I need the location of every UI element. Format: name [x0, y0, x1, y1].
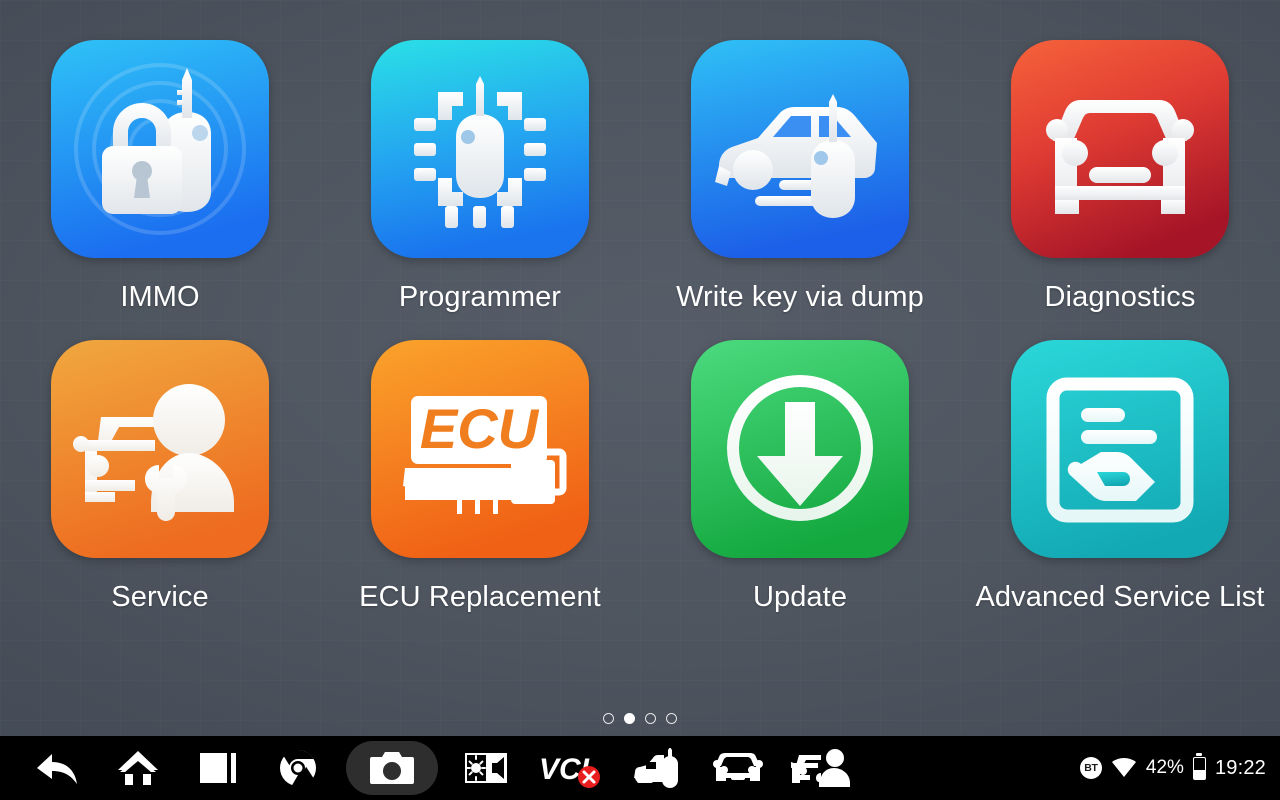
app-label: ECU Replacement — [359, 581, 601, 613]
programmer-icon-tile[interactable] — [371, 40, 589, 258]
car-key-tool-icon — [634, 748, 678, 788]
battery-icon[interactable] — [1192, 756, 1206, 780]
app-tile-service[interactable]: Service — [0, 340, 320, 640]
vci-icon: VCI — [539, 753, 600, 788]
app-label: Advanced Service List — [975, 581, 1265, 613]
desktop-wallpaper: IMMO Programmer Write key via dump Diagn… — [0, 0, 1280, 736]
app-tile-advanced-service-list[interactable]: Advanced Service List — [960, 340, 1280, 640]
recent-apps-button[interactable] — [186, 741, 250, 795]
app-label: Update — [752, 581, 848, 613]
app-tile-programmer[interactable]: Programmer — [320, 40, 640, 340]
app-tile-write-key-via-dump[interactable]: Write key via dump — [640, 40, 960, 340]
diagnostics-icon-tile[interactable] — [1011, 40, 1229, 258]
back-arrow-icon — [37, 754, 77, 784]
taskbar-buttons: VCI — [0, 736, 866, 800]
app-tile-diagnostics[interactable]: Diagnostics — [960, 40, 1280, 340]
car-service-icon — [791, 749, 850, 787]
car-key-icon — [691, 40, 909, 258]
battery-percent-label: 42% — [1145, 757, 1184, 778]
immo-icon-tile[interactable] — [51, 40, 269, 258]
vehicle-button[interactable] — [706, 741, 770, 795]
page-dot-3[interactable] — [645, 713, 656, 724]
page-dot-1[interactable] — [603, 713, 614, 724]
app-tile-immo[interactable]: IMMO — [0, 40, 320, 340]
battery-fill — [1193, 769, 1205, 779]
service-tool-button[interactable] — [786, 741, 858, 795]
brightness-volume-icon — [465, 753, 507, 783]
app-label: Programmer — [398, 281, 562, 313]
ecu-icon-text: ECU — [420, 397, 540, 460]
ecu-module-icon: ECU — [371, 340, 589, 558]
vci-button[interactable]: VCI — [534, 741, 610, 795]
app-tile-update[interactable]: Update — [640, 340, 960, 640]
screenshot-button[interactable] — [346, 741, 438, 795]
advanced-service-list-icon-tile[interactable] — [1011, 340, 1229, 558]
status-area: BT 42% 19:22 — [1079, 736, 1266, 800]
chrome-browser-icon — [280, 749, 316, 787]
write-key-via-dump-icon-tile[interactable] — [691, 40, 909, 258]
mechanic-icon — [51, 340, 269, 558]
app-tile-ecu-replacement[interactable]: ECU ECU Replacement — [320, 340, 640, 640]
wifi-icon[interactable] — [1111, 757, 1137, 779]
app-grid: IMMO Programmer Write key via dump Diagn… — [0, 0, 1280, 700]
car-front-icon — [1011, 40, 1229, 258]
service-icon-tile[interactable] — [51, 340, 269, 558]
camera-icon — [370, 752, 414, 784]
home-button[interactable] — [106, 741, 170, 795]
chip-key-icon — [371, 40, 589, 258]
download-circle-icon — [691, 340, 909, 558]
update-icon-tile[interactable] — [691, 340, 909, 558]
bluetooth-icon[interactable]: BT — [1079, 757, 1102, 779]
browser-button[interactable] — [266, 741, 330, 795]
back-button[interactable] — [26, 741, 90, 795]
app-label: IMMO — [120, 281, 200, 313]
lock-and-key-icon — [51, 40, 269, 258]
home-icon — [118, 751, 158, 785]
key-tool-button[interactable] — [626, 741, 690, 795]
display-settings-button[interactable] — [454, 741, 518, 795]
clock-label: 19:22 — [1214, 756, 1266, 779]
taskbar: VCI BT 42% 19:22 — [0, 736, 1280, 800]
app-label: Service — [111, 581, 209, 613]
app-label: Write key via dump — [676, 281, 924, 313]
car-front-small-icon — [713, 753, 763, 781]
app-label: Diagnostics — [1044, 281, 1196, 313]
page-indicator — [0, 713, 1280, 724]
page-dot-2[interactable] — [624, 713, 635, 724]
recent-apps-icon — [200, 753, 236, 783]
page-dot-4[interactable] — [666, 713, 677, 724]
ecu-replacement-icon-tile[interactable]: ECU — [371, 340, 589, 558]
service-list-hand-icon — [1011, 340, 1229, 558]
